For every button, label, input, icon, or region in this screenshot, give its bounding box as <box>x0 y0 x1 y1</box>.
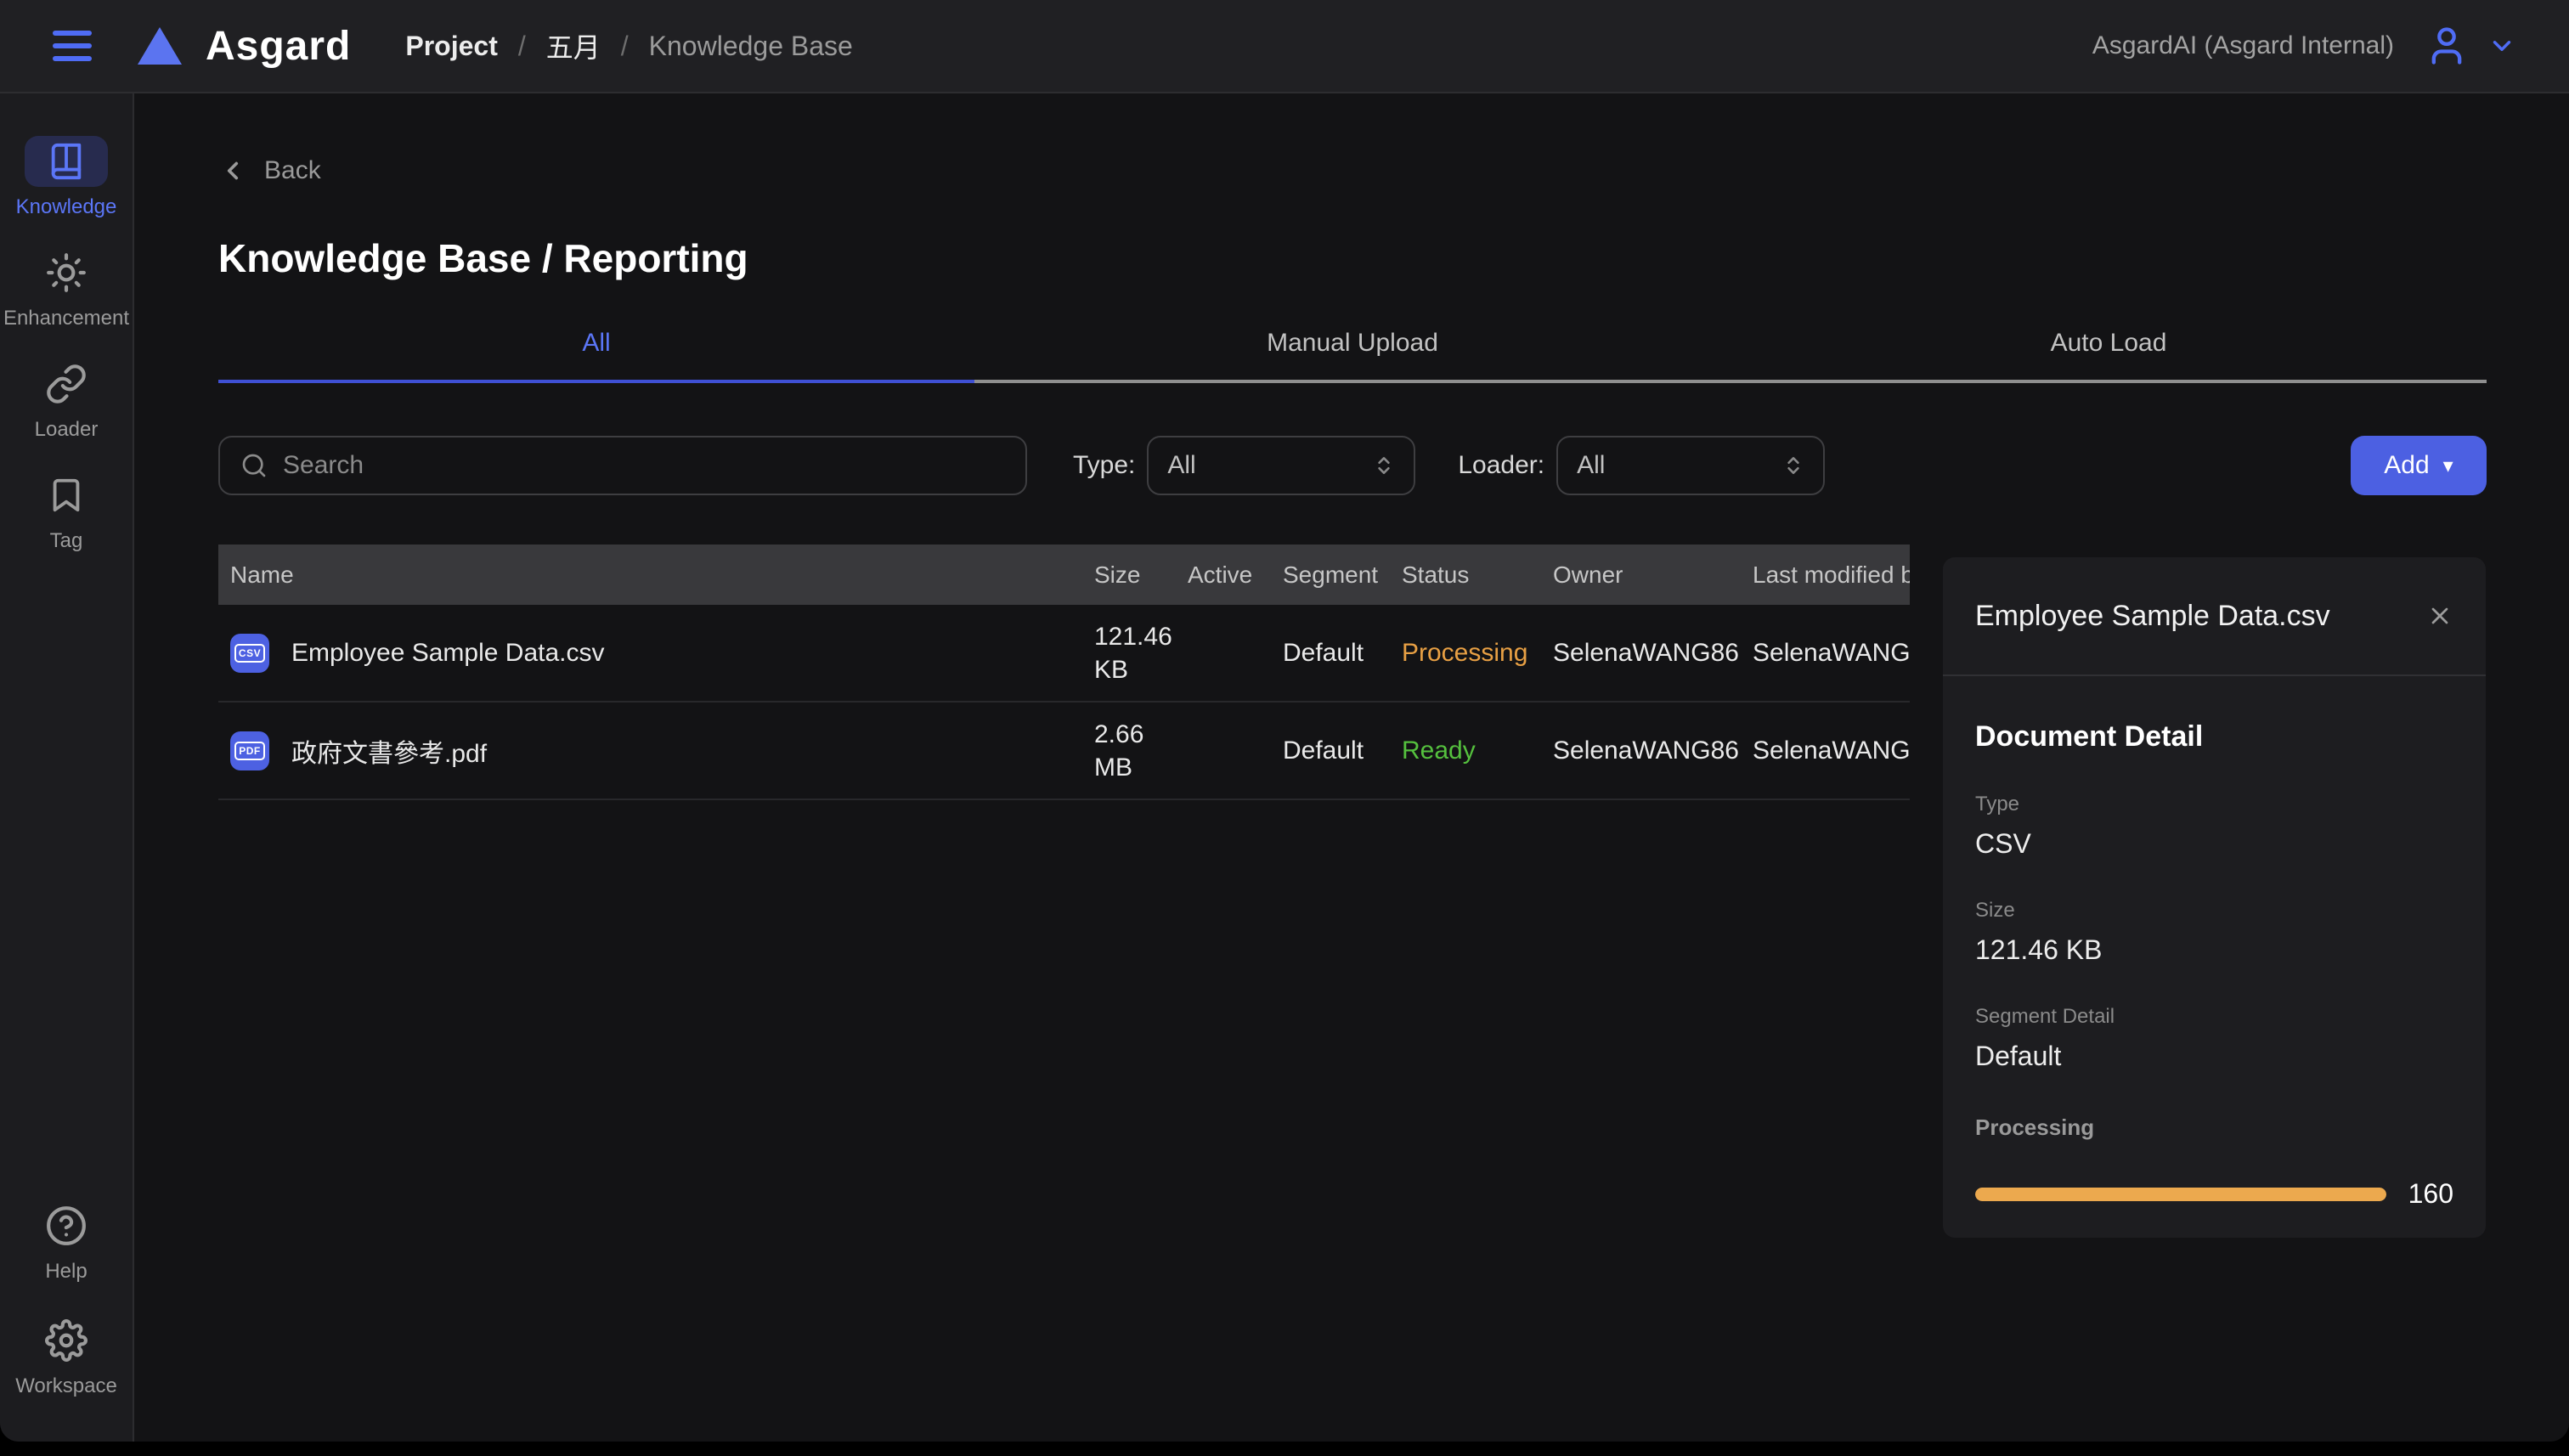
document-segment: Default <box>1283 736 1402 765</box>
breadcrumb-month[interactable]: 五月 <box>546 26 601 65</box>
sidebar-item-enhancement[interactable]: Enhancement <box>3 247 129 331</box>
sidebar-item-label: Loader <box>35 417 99 443</box>
column-header-status: Status <box>1402 562 1553 589</box>
type-select[interactable]: All <box>1147 436 1415 495</box>
add-button[interactable]: Add ▾ <box>2351 436 2487 495</box>
triangle-logo-icon <box>138 27 182 65</box>
document-size: 2.66 MB <box>1094 718 1188 784</box>
table-header-row: Name Size Active Segment Status Owner La… <box>218 545 1910 605</box>
document-last-modified-by: SelenaWANG86 <box>1753 736 1910 765</box>
breadcrumb: Project / 五月 / Knowledge Base <box>405 26 852 65</box>
select-unfold-icon <box>1782 454 1804 477</box>
sidebar-item-label: Knowledge <box>16 195 117 220</box>
column-header-size: Size <box>1094 562 1188 589</box>
loader-select-value: All <box>1577 451 1605 480</box>
tab-auto-load[interactable]: Auto Load <box>1731 329 2487 383</box>
app-logo[interactable]: Asgard <box>138 23 351 70</box>
column-header-owner: Owner <box>1553 562 1753 589</box>
table-row[interactable]: CSV Employee Sample Data.csv 121.46 KB D… <box>218 605 1910 703</box>
sidebar-item-help[interactable]: Help <box>25 1200 108 1284</box>
chevron-left-icon <box>218 156 247 185</box>
section-title: Document Detail <box>1975 720 2453 753</box>
sidebar-item-loader[interactable]: Loader <box>25 358 108 443</box>
bookmark-icon <box>25 470 108 521</box>
processing-label: Processing <box>1975 1115 2453 1141</box>
sidebar-item-knowledge[interactable]: Knowledge <box>16 136 117 220</box>
select-unfold-icon <box>1373 454 1395 477</box>
back-label: Back <box>264 156 321 185</box>
tab-bar: All Manual Upload Auto Load <box>218 329 2487 383</box>
field-label-type: Type <box>1975 793 2453 816</box>
column-header-last-modified: Last modified by <box>1753 562 1910 589</box>
loader-select[interactable]: All <box>1556 436 1825 495</box>
help-circle-icon <box>25 1200 108 1251</box>
type-select-value: All <box>1167 451 1195 480</box>
sidebar-item-label: Help <box>45 1259 87 1284</box>
field-value-segment-detail: Default <box>1975 1041 2453 1072</box>
hamburger-menu-icon[interactable] <box>53 31 92 61</box>
link-icon <box>25 358 108 409</box>
book-icon <box>25 136 108 187</box>
breadcrumb-separator: / <box>621 31 629 62</box>
document-owner: SelenaWANG86 <box>1553 736 1753 765</box>
document-last-modified-by: SelenaWANG86 <box>1753 639 1910 668</box>
csv-file-icon: CSV <box>230 634 269 673</box>
field-value-type: CSV <box>1975 828 2453 860</box>
column-header-name: Name <box>218 562 1094 589</box>
sidebar: Knowledge Enhancement Loader <box>0 93 134 1442</box>
breadcrumb-current-page: Knowledge Base <box>649 31 853 62</box>
loader-filter-label: Loader: <box>1458 451 1544 480</box>
close-icon[interactable] <box>2426 602 2453 629</box>
filter-row: Type: All Loader: All Add ▾ <box>218 436 2487 495</box>
document-segment: Default <box>1283 639 1402 668</box>
search-icon <box>240 452 268 479</box>
document-name: 政府文書參考.pdf <box>291 732 487 770</box>
search-box <box>218 436 1027 495</box>
sidebar-item-label: Enhancement <box>3 306 129 331</box>
status-badge: Processing <box>1402 639 1553 668</box>
sidebar-item-label: Tag <box>50 528 83 554</box>
breadcrumb-project[interactable]: Project <box>405 31 497 62</box>
add-button-label: Add <box>2384 451 2429 480</box>
sidebar-item-label: Workspace <box>15 1374 117 1399</box>
column-header-active: Active <box>1188 562 1283 589</box>
search-input[interactable] <box>283 451 1005 480</box>
type-filter-label: Type: <box>1073 451 1135 480</box>
document-name: Employee Sample Data.csv <box>291 639 605 668</box>
user-avatar-icon[interactable] <box>2425 24 2469 68</box>
gear-icon <box>25 1315 108 1366</box>
page-title: Knowledge Base / Reporting <box>218 235 2487 281</box>
top-bar: Asgard Project / 五月 / Knowledge Base Asg… <box>0 0 2569 93</box>
documents-table: Name Size Active Segment Status Owner La… <box>218 545 1910 800</box>
panel-title: Employee Sample Data.csv <box>1975 600 2330 633</box>
document-owner: SelenaWANG86 <box>1553 639 1753 668</box>
status-badge: Ready <box>1402 736 1553 765</box>
account-chevron-down-icon[interactable] <box>2487 31 2516 60</box>
sidebar-item-tag[interactable]: Tag <box>25 470 108 554</box>
add-caret-icon: ▾ <box>2443 454 2453 478</box>
column-header-segment: Segment <box>1283 562 1402 589</box>
processing-progress-bar <box>1975 1188 2386 1201</box>
logo-text: Asgard <box>206 23 351 70</box>
field-value-size: 121.46 KB <box>1975 934 2453 966</box>
processing-count: 160 <box>2408 1178 2453 1210</box>
app-window: Asgard Project / 五月 / Knowledge Base Asg… <box>0 0 2569 1442</box>
breadcrumb-separator: / <box>518 31 526 62</box>
table-row[interactable]: PDF 政府文書參考.pdf 2.66 MB Default Ready Sel… <box>218 703 1910 800</box>
account-label: AsgardAI (Asgard Internal) <box>2092 31 2394 60</box>
tab-manual-upload[interactable]: Manual Upload <box>974 329 1731 383</box>
pdf-file-icon: PDF <box>230 731 269 770</box>
sidebar-item-workspace[interactable]: Workspace <box>15 1315 117 1399</box>
document-detail-panel: Employee Sample Data.csv Document Detail… <box>1943 557 2486 1238</box>
sun-icon <box>25 247 108 298</box>
field-label-segment-detail: Segment Detail <box>1975 1005 2453 1029</box>
back-button[interactable]: Back <box>218 156 321 185</box>
tab-all[interactable]: All <box>218 329 974 383</box>
field-label-size: Size <box>1975 899 2453 923</box>
document-size: 121.46 KB <box>1094 620 1188 686</box>
